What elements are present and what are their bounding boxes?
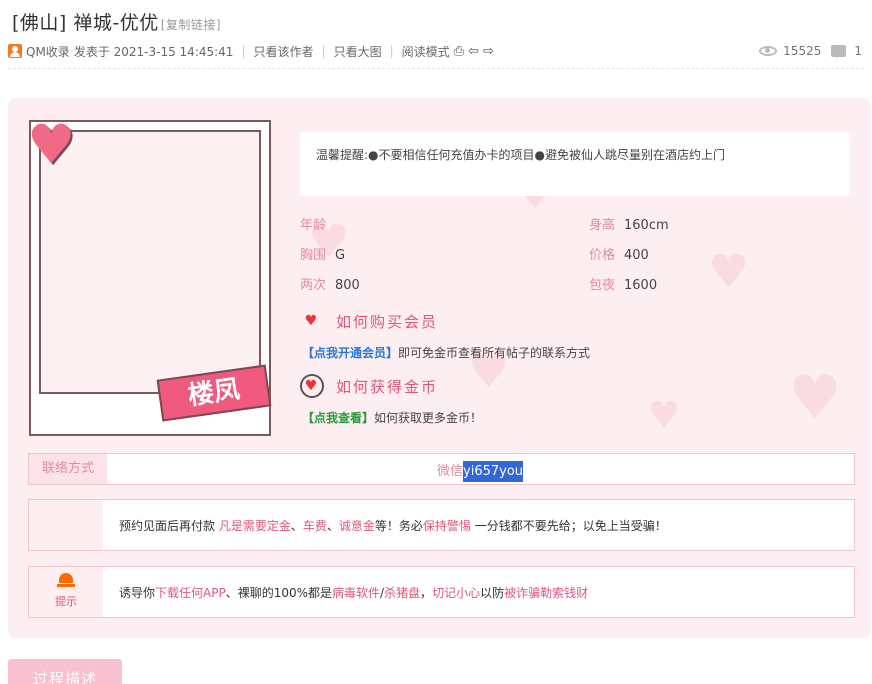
info-bust: 胸围 G <box>300 244 345 263</box>
coins-heading-text: 如何获得金币 <box>336 377 439 396</box>
profile-photo-frame[interactable]: ♥ 楼凤 <box>27 113 272 436</box>
vip-heading-text: 如何购买会员 <box>336 312 439 331</box>
info-value: G <box>335 248 346 263</box>
thread-title-text: [佛山] 禅城-优优 <box>12 12 159 34</box>
text-pink: 下载任何APP <box>155 586 226 600</box>
info-value: 1600 <box>624 278 658 293</box>
bg-heart-icon: ♥ <box>648 395 681 436</box>
reading-mode-link[interactable]: 阅读模式 <box>402 43 450 60</box>
info-overnight: 包夜 1600 <box>589 274 657 293</box>
payment-warning-text: 预约见面后再付款 凡是需要定金、车费、诚意金等！务必保持警惕 一分钱都不要先给；… <box>119 517 667 534</box>
info-label: 年龄 <box>300 218 327 233</box>
profile-card: ♥ ♥ ♥ ♥ ♥ ♥ ♥ ♥ ♥ 楼凤 温馨提醒:●不要相信任何充值办卡的项目… <box>8 98 871 638</box>
text-pink: 被诈骗勒索钱财 <box>504 586 589 600</box>
next-icon[interactable]: ⇨ <box>483 44 494 59</box>
info-age: 年龄 <box>300 214 335 233</box>
text: 等！务必 <box>374 519 423 533</box>
info-label: 包夜 <box>589 278 616 293</box>
view-coins-link[interactable]: 【点我查看】 <box>302 411 374 425</box>
coins-desc: 如何获取更多金币！ <box>374 411 483 425</box>
info-value: 800 <box>335 278 360 293</box>
vip-heading: ♥ 如何购买会员 <box>300 309 438 333</box>
text: 、 <box>326 519 339 533</box>
tab-process-description[interactable]: 过程描述 <box>8 659 122 684</box>
coins-line: 【点我查看】如何获取更多金币！ <box>302 409 482 426</box>
info-label: 胸围 <box>300 248 327 263</box>
text: ， <box>420 586 433 600</box>
text: 、裸聊的100%都是 <box>225 586 333 600</box>
note-side: 提示 <box>29 567 103 617</box>
alarm-bell <box>59 573 73 583</box>
contact-row: 联络方式 微信yi657you <box>28 453 855 485</box>
contact-value[interactable]: 微信yi657you <box>437 460 524 482</box>
vip-desc: 即可免金币查看所有帖子的联系方式 <box>398 346 591 360</box>
only-big-image-link[interactable]: 只看大图 <box>334 43 382 60</box>
info-value: 400 <box>624 248 649 263</box>
text: 、 <box>290 519 303 533</box>
alarm-base <box>57 584 75 587</box>
post-date: 发表于 2021-3-15 14:45:41 <box>73 44 234 59</box>
thread-title: [佛山] 禅城-优优 [复制链接] <box>12 8 221 35</box>
bg-heart-icon: ♥ <box>788 363 842 433</box>
separator: | <box>321 44 326 58</box>
copy-link[interactable]: [复制链接] <box>161 18 221 32</box>
text-pink: 切记小心 <box>432 586 481 600</box>
text-pink: 诚意金 <box>338 519 375 533</box>
info-label: 价格 <box>589 248 616 263</box>
info-label: 两次 <box>300 278 327 293</box>
bg-heart-icon: ♥ <box>708 244 750 298</box>
author-name[interactable]: QM收录 <box>26 43 70 60</box>
separator: | <box>241 44 246 58</box>
alarm-label: 提示 <box>55 595 77 608</box>
info-label: 身高 <box>589 218 616 233</box>
alarm-icon: 提示 <box>51 573 81 609</box>
prev-icon[interactable]: ⇦ <box>468 44 479 59</box>
payment-warning: 预约见面后再付款 凡是需要定金、车费、诚意金等！务必保持警惕 一分钱都不要先给；… <box>28 499 855 551</box>
info-height: 身高 160cm <box>589 214 669 233</box>
winged-heart-icon: ♥ <box>304 313 320 329</box>
text: 预约见面后再付款 <box>119 519 219 533</box>
views-icon <box>759 46 778 56</box>
note-side <box>29 500 103 550</box>
views-count: 15525 <box>783 44 822 58</box>
replies-count: 1 <box>854 44 862 58</box>
target-heart-icon: ♥ <box>300 374 324 398</box>
vip-line: 【点我开通会员】即可免金币查看所有帖子的联系方式 <box>302 344 590 361</box>
only-author-link[interactable]: 只看该作者 <box>254 43 314 60</box>
contact-id[interactable]: yi657you <box>463 461 524 482</box>
text: 一分钱都不要先给；以免上当受骗！ <box>470 519 667 533</box>
user-avatar-icon[interactable] <box>8 44 22 58</box>
info-twice: 两次 800 <box>300 274 360 293</box>
scam-warning: 提示 诱导你下载任何APP、裸聊的100%都是病毒软件/杀猪盘，切记小心以防被诈… <box>28 566 855 618</box>
info-value: 160cm <box>624 218 669 233</box>
text-pink: 车费 <box>302 519 327 533</box>
replies-icon <box>831 45 847 58</box>
coins-heading: ♥ 如何获得金币 <box>300 374 438 398</box>
text-pink: 病毒软件 <box>332 586 381 600</box>
contact-prefix: 微信 <box>437 464 464 479</box>
print-icon[interactable]: ⎙ <box>454 44 464 59</box>
text-pink: 杀猪盘 <box>384 586 421 600</box>
heart-icon: ♥ <box>27 113 76 176</box>
scam-warning-text: 诱导你下载任何APP、裸聊的100%都是病毒软件/杀猪盘，切记小心以防被诈骗勒索… <box>119 584 588 601</box>
text-pink: 凡是需要定金 <box>218 519 291 533</box>
post-meta: QM收录 发表于 2021-3-15 14:45:41 | 只看该作者 | 只看… <box>8 42 494 60</box>
info-price: 价格 400 <box>589 244 649 263</box>
open-vip-link[interactable]: 【点我开通会员】 <box>302 346 398 360</box>
warning-notice: 温馨提醒:●不要相信任何充值办卡的项目●避免被仙人跳尽量别在酒店约上门 <box>300 132 850 196</box>
text: 诱导你 <box>119 586 156 600</box>
separator: | <box>389 44 394 58</box>
divider <box>8 68 864 69</box>
text: 以防 <box>480 586 505 600</box>
post-stats: 15525 1 <box>759 42 862 60</box>
contact-label: 联络方式 <box>29 454 107 484</box>
text-pink: 保持警惕 <box>422 519 471 533</box>
